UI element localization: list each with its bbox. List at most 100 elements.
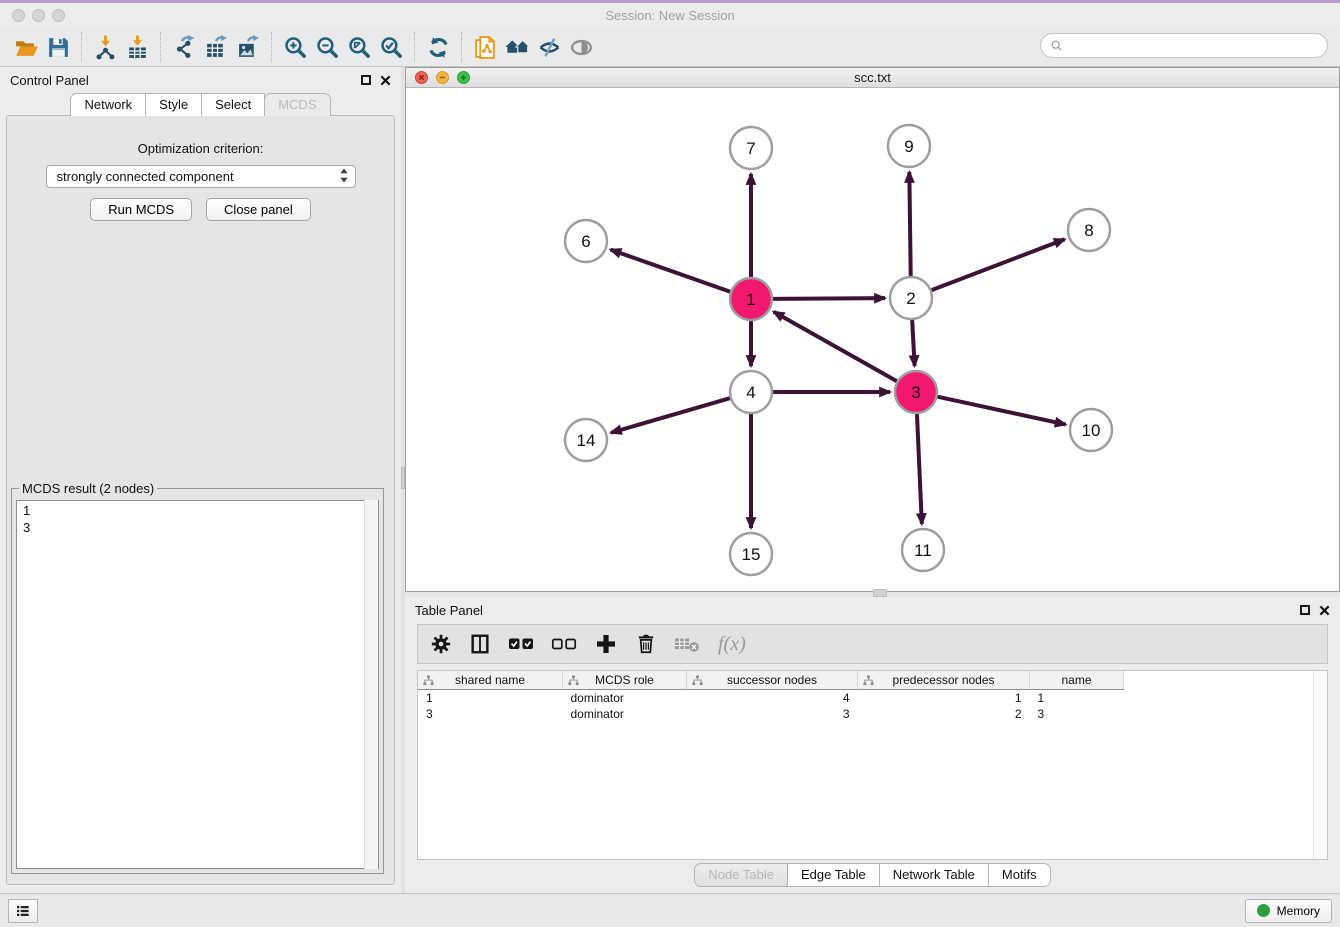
graph-node-2[interactable]: 2	[890, 277, 932, 319]
table-cell[interactable]: dominator	[563, 690, 687, 707]
minimize-icon[interactable]	[32, 9, 45, 22]
vertical-splitter[interactable]	[401, 67, 405, 893]
table-cell[interactable]: 3	[687, 706, 858, 722]
tab-mcds[interactable]: MCDS	[264, 93, 330, 116]
import-table-button[interactable]	[121, 31, 153, 63]
table-cell[interactable]: 3	[1030, 706, 1124, 722]
zoom-out-button[interactable]	[311, 31, 343, 63]
table-cell[interactable]: 4	[687, 690, 858, 707]
select-all-columns-button[interactable]	[508, 630, 534, 658]
splitter-grip[interactable]	[873, 589, 887, 597]
column-header-MCDS-role[interactable]: MCDS role	[563, 671, 687, 690]
graph-node-14[interactable]: 14	[565, 419, 607, 461]
network-window-titlebar[interactable]: scc.txt	[406, 68, 1339, 88]
close-icon[interactable]	[415, 71, 428, 84]
save-session-button[interactable]	[42, 31, 74, 63]
export-image-button[interactable]	[232, 31, 264, 63]
close-icon[interactable]	[12, 9, 25, 22]
optimization-criterion-select[interactable]: strongly connected component	[46, 165, 356, 188]
zoom-fit-button[interactable]	[343, 31, 375, 63]
graph-edge-3-1[interactable]	[774, 312, 897, 381]
memory-button[interactable]: Memory	[1245, 899, 1332, 923]
tab-select[interactable]: Select	[201, 93, 265, 116]
zoom-in-icon	[283, 35, 308, 60]
table-row[interactable]: 1dominator411	[418, 690, 1124, 707]
unselect-all-columns-button[interactable]	[551, 630, 577, 658]
table-cell[interactable]: 3	[418, 706, 563, 722]
open-session-button[interactable]	[10, 31, 42, 63]
hide-graphics-details-button[interactable]	[533, 31, 565, 63]
table-cell[interactable]: 2	[858, 706, 1030, 722]
search-box[interactable]	[1040, 33, 1328, 58]
split-panel-button[interactable]	[469, 630, 491, 658]
float-panel-icon[interactable]	[361, 75, 371, 85]
float-panel-icon[interactable]	[1300, 605, 1310, 615]
network-canvas[interactable]: 1 2 3 4 6 7 8 9 10 11 14 15	[406, 88, 1339, 591]
maximize-icon[interactable]	[52, 9, 65, 22]
graph-node-15[interactable]: 15	[730, 533, 772, 575]
result-scrollbar[interactable]	[364, 500, 378, 869]
column-type-icon	[863, 675, 874, 686]
zoom-in-button[interactable]	[279, 31, 311, 63]
function-builder-button[interactable]: f(x)	[718, 630, 746, 658]
graph-node-3[interactable]: 3	[895, 371, 937, 413]
graph-node-1[interactable]: 1	[730, 278, 772, 320]
tab-network[interactable]: Network	[70, 93, 146, 116]
new-network-button[interactable]	[469, 31, 501, 63]
export-table-button[interactable]	[200, 31, 232, 63]
task-history-button[interactable]	[8, 899, 38, 923]
network-graph[interactable]: 1 2 3 4 6 7 8 9 10 11 14 15	[406, 88, 1339, 591]
graph-node-9[interactable]: 9	[888, 125, 930, 167]
add-column-button[interactable]	[594, 630, 618, 658]
graph-node-7[interactable]: 7	[730, 127, 772, 169]
trash-icon	[635, 633, 657, 655]
apply-layout-button[interactable]	[422, 31, 454, 63]
close-panel-button[interactable]: Close panel	[206, 198, 311, 221]
show-graphics-details-button[interactable]	[565, 31, 597, 63]
minimize-icon[interactable]	[436, 71, 449, 84]
table-scrollbar[interactable]	[1313, 671, 1327, 859]
zoom-selected-button[interactable]	[375, 31, 407, 63]
table-row[interactable]: 3dominator323	[418, 706, 1124, 722]
delete-column-button[interactable]	[635, 630, 657, 658]
import-network-button[interactable]	[89, 31, 121, 63]
home-button[interactable]	[501, 31, 533, 63]
delete-table-button[interactable]	[674, 630, 701, 658]
close-panel-icon[interactable]	[1319, 605, 1330, 616]
graph-edge-2-9[interactable]	[909, 172, 910, 276]
graph-node-8[interactable]: 8	[1068, 209, 1110, 251]
column-header-successor-nodes[interactable]: successor nodes	[687, 671, 858, 690]
tab-edge-table[interactable]: Edge Table	[787, 863, 880, 887]
run-mcds-button[interactable]: Run MCDS	[90, 198, 192, 221]
column-header-predecessor-nodes[interactable]: predecessor nodes	[858, 671, 1030, 690]
tab-style[interactable]: Style	[145, 93, 202, 116]
mcds-result-text[interactable]: 1 3	[16, 500, 379, 869]
settings-button[interactable]	[430, 630, 452, 658]
tab-motifs[interactable]: Motifs	[988, 863, 1051, 887]
graph-edge-1-2[interactable]	[773, 298, 885, 299]
close-panel-icon[interactable]	[380, 75, 391, 86]
graph-edge-3-11[interactable]	[917, 414, 922, 524]
table-cell[interactable]: 1	[858, 690, 1030, 707]
graph-node-4[interactable]: 4	[730, 371, 772, 413]
table-cell[interactable]: dominator	[563, 706, 687, 722]
maximize-icon[interactable]	[457, 71, 470, 84]
column-header-shared-name[interactable]: shared name	[418, 671, 563, 690]
tab-node-table[interactable]: Node Table	[694, 863, 788, 887]
graph-edge-1-6[interactable]	[611, 250, 731, 292]
graph-edge-3-10[interactable]	[937, 397, 1065, 425]
graph-edge-2-3[interactable]	[912, 320, 914, 366]
table-cell[interactable]: 1	[1030, 690, 1124, 707]
search-input[interactable]	[1069, 37, 1318, 54]
column-header-name[interactable]: name	[1030, 671, 1124, 690]
graph-node-11[interactable]: 11	[902, 529, 944, 571]
table-cell[interactable]: 1	[418, 690, 563, 707]
graph-edge-4-14[interactable]	[611, 398, 730, 433]
graph-edge-2-8[interactable]	[932, 239, 1065, 290]
graph-node-10[interactable]: 10	[1070, 409, 1112, 451]
export-network-button[interactable]	[168, 31, 200, 63]
horizontal-splitter[interactable]	[405, 592, 1340, 597]
tab-network-table[interactable]: Network Table	[879, 863, 989, 887]
graph-node-6[interactable]: 6	[565, 220, 607, 262]
splitter-grip[interactable]	[401, 467, 405, 489]
